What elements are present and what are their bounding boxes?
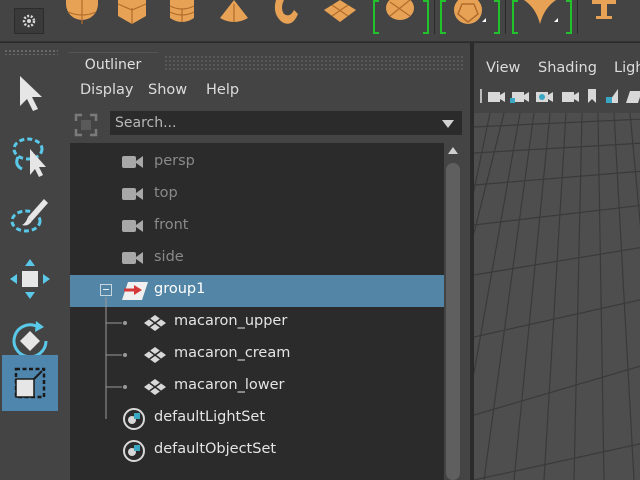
item-label: group1 <box>154 281 206 297</box>
viewport-menubar: View Shading Ligh <box>474 55 640 81</box>
menu-show[interactable]: Show <box>148 82 187 98</box>
list-item[interactable]: macaron_upper <box>70 307 444 339</box>
filter-icon[interactable] <box>74 113 98 137</box>
arrow-cursor-icon <box>20 76 42 111</box>
mesh-icon <box>142 346 168 364</box>
sphere-icon[interactable] <box>62 0 102 34</box>
menu-help[interactable]: Help <box>206 82 239 98</box>
cube-icon[interactable] <box>112 0 152 34</box>
list-item[interactable]: macaron_cream <box>70 339 444 371</box>
move-arrows-icon <box>10 259 50 299</box>
grid-icon[interactable] <box>626 91 640 103</box>
paint-brush-icon <box>10 199 48 233</box>
viewport-canvas[interactable] <box>474 113 640 480</box>
image-plane-icon[interactable] <box>606 89 618 103</box>
set-icon <box>122 407 146 431</box>
item-label: side <box>154 249 184 265</box>
settings-gear-icon[interactable] <box>14 8 44 34</box>
select-camera-icon[interactable] <box>488 92 505 102</box>
search-row <box>62 109 470 139</box>
camera-icon <box>122 186 143 204</box>
menu-display[interactable]: Display <box>80 82 133 98</box>
outliner-menubar: Display Show Help <box>62 78 470 106</box>
group-transform-icon <box>120 280 150 302</box>
outliner-panel: Outliner Display Show Help persp top fro… <box>62 43 470 480</box>
item-label: macaron_lower <box>174 377 285 393</box>
viewport-panel: View Shading Ligh <box>470 43 640 480</box>
viewport-iconbar <box>474 83 640 109</box>
torus-icon[interactable] <box>266 0 306 34</box>
item-label: macaron_upper <box>174 313 288 329</box>
camera-lock-icon[interactable] <box>562 92 579 102</box>
panel-grip[interactable] <box>164 55 464 71</box>
scroll-up-icon[interactable] <box>448 147 458 154</box>
menu-shading[interactable]: Shading <box>538 60 597 76</box>
search-input[interactable] <box>110 111 462 135</box>
scroll-thumb[interactable] <box>446 163 460 480</box>
item-label: macaron_cream <box>174 345 291 361</box>
scale-icon <box>14 367 46 399</box>
shelf-bar <box>0 0 640 42</box>
perspective-grid <box>474 113 640 480</box>
toolbox <box>0 43 62 480</box>
camera-icon <box>122 154 143 172</box>
select-tool[interactable] <box>2 65 58 121</box>
item-label: defaultObjectSet <box>154 441 277 457</box>
item-label: front <box>154 217 189 233</box>
item-label: top <box>154 185 178 201</box>
list-item[interactable]: macaron_lower <box>70 371 444 403</box>
scale-tool[interactable] <box>2 355 58 411</box>
camera-icon <box>122 250 143 268</box>
camera-icon <box>122 218 143 236</box>
set-icon <box>122 439 146 463</box>
list-item[interactable]: top <box>70 179 444 211</box>
move-tool[interactable] <box>2 251 58 307</box>
list-item[interactable]: front <box>70 211 444 243</box>
disc-icon[interactable] <box>380 0 420 34</box>
menu-view[interactable]: View <box>486 60 520 76</box>
collapse-toggle[interactable] <box>100 284 112 296</box>
cone-icon[interactable] <box>214 0 254 34</box>
list-item[interactable]: defaultObjectSet <box>70 435 444 467</box>
outliner-tree: persp top front side group1 macaron_uppe… <box>70 143 444 480</box>
tab-outliner[interactable]: Outliner <box>68 52 158 78</box>
camera-attributes-icon[interactable] <box>510 92 529 103</box>
mesh-icon <box>142 378 168 396</box>
list-item-selected[interactable]: group1 <box>70 275 444 307</box>
toolbox-grip[interactable] <box>4 49 58 55</box>
list-item[interactable]: side <box>70 243 444 275</box>
text-icon[interactable] <box>584 0 624 34</box>
lasso-icon <box>12 137 46 177</box>
list-item[interactable]: defaultLightSet <box>70 403 444 435</box>
paint-select-tool[interactable] <box>2 189 58 245</box>
list-item[interactable]: persp <box>70 147 444 179</box>
menu-lighting[interactable]: Ligh <box>614 60 640 76</box>
plane-icon[interactable] <box>320 0 360 34</box>
item-label: defaultLightSet <box>154 409 266 425</box>
soccer-ball-icon[interactable] <box>448 0 488 34</box>
bookmark-icon[interactable] <box>588 89 596 103</box>
star-icon[interactable] <box>520 0 560 34</box>
item-label: persp <box>154 153 195 169</box>
lasso-tool[interactable] <box>2 127 58 183</box>
vertical-scrollbar[interactable] <box>444 143 462 480</box>
mesh-icon <box>142 314 168 332</box>
cylinder-icon[interactable] <box>162 0 202 34</box>
chevron-down-icon[interactable] <box>442 120 454 128</box>
bookmarks-icon[interactable] <box>536 92 553 102</box>
